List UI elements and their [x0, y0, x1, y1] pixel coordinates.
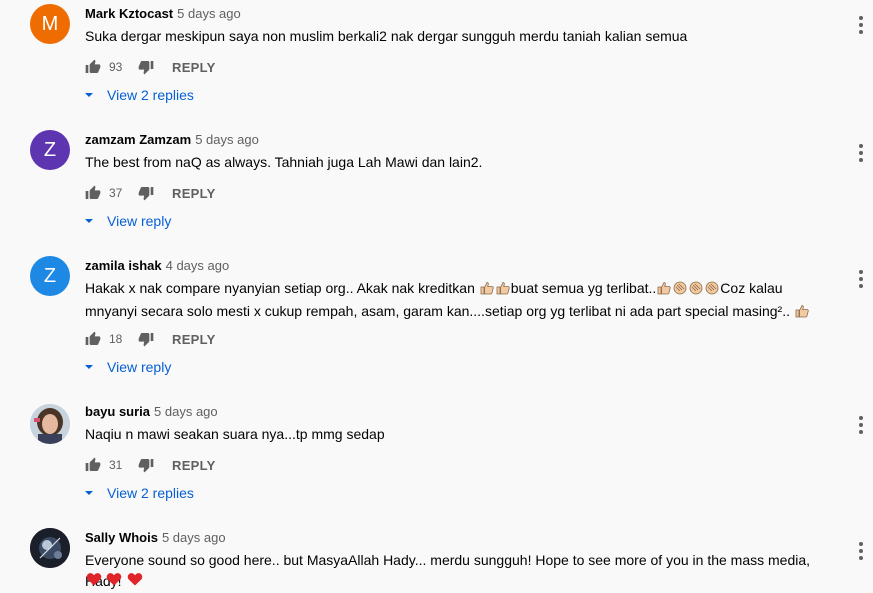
like-icon[interactable] — [85, 185, 101, 201]
author-name[interactable]: bayu suria — [85, 404, 150, 419]
comment-time[interactable]: 5 days ago — [177, 6, 241, 21]
like-count: 31 — [109, 458, 123, 472]
dislike-icon[interactable] — [138, 457, 154, 473]
thumbs-up-emoji-icon — [794, 303, 810, 319]
user-photo-icon — [30, 404, 70, 444]
caret-down-icon — [84, 216, 94, 226]
avatar[interactable]: M — [30, 4, 70, 44]
view-replies-label: View 2 replies — [107, 87, 194, 103]
comment-text: Everyone sound so good here.. but MasyaA… — [85, 552, 811, 589]
avatar[interactable] — [30, 528, 70, 568]
user-photo-icon — [30, 528, 70, 568]
like-icon[interactable] — [85, 59, 101, 75]
reply-button[interactable]: REPLY — [172, 458, 216, 473]
comment-actions: 93 REPLY — [85, 57, 216, 77]
comment-actions: 37 REPLY — [85, 183, 216, 203]
avatar[interactable]: Z — [30, 256, 70, 296]
comment-header: Mark Kztocast 5 days ago — [85, 6, 241, 22]
like-count: 93 — [109, 60, 123, 74]
view-replies-label: View reply — [107, 359, 172, 375]
comment-header: zamzam Zamzam 5 days ago — [85, 132, 259, 148]
view-replies-label: View reply — [107, 213, 172, 229]
heart-emoji-icon — [106, 571, 122, 587]
like-count: 37 — [109, 186, 123, 200]
heart-emoji-icon — [127, 571, 143, 587]
more-actions-icon[interactable] — [857, 542, 865, 560]
clapping-hands-emoji-icon — [704, 280, 720, 296]
view-replies-button[interactable]: View 2 replies — [84, 85, 194, 105]
comment-text: Hakak x nak compare nyanyian setiap org.… — [85, 277, 820, 323]
comment-time[interactable]: 4 days ago — [166, 258, 230, 273]
view-replies-button[interactable]: View 2 replies — [84, 483, 194, 503]
more-actions-icon[interactable] — [857, 416, 865, 434]
comment-text: Naqiu n mawi seakan suara nya...tp mmg s… — [85, 426, 385, 442]
comment-time[interactable]: 5 days ago — [162, 530, 226, 545]
thumbs-up-emoji-icon — [656, 280, 672, 296]
thumbs-up-emoji-icon — [479, 280, 495, 296]
caret-down-icon — [84, 362, 94, 372]
author-name[interactable]: Sally Whois — [85, 530, 158, 545]
thumbs-up-emoji-icon — [495, 280, 511, 296]
reply-button[interactable]: REPLY — [172, 332, 216, 347]
more-actions-icon[interactable] — [857, 144, 865, 162]
reply-button[interactable]: REPLY — [172, 60, 216, 75]
heart-emoji-icon — [86, 571, 102, 587]
clapping-hands-emoji-icon — [672, 280, 688, 296]
dislike-icon[interactable] — [138, 331, 154, 347]
comment-header: Sally Whois 5 days ago — [85, 530, 226, 546]
comment-header: zamila ishak 4 days ago — [85, 258, 229, 274]
like-count: 18 — [109, 332, 123, 346]
comment-actions: 18 REPLY — [85, 329, 216, 349]
comment-time[interactable]: 5 days ago — [154, 404, 218, 419]
more-actions-icon[interactable] — [857, 270, 865, 288]
reply-button[interactable]: REPLY — [172, 186, 216, 201]
view-replies-button[interactable]: View reply — [84, 211, 171, 231]
avatar[interactable]: Z — [30, 130, 70, 170]
comment-header: bayu suria 5 days ago — [85, 404, 218, 420]
comment-actions: 31 REPLY — [85, 455, 216, 475]
dislike-icon[interactable] — [138, 185, 154, 201]
like-icon[interactable] — [85, 331, 101, 347]
more-actions-icon[interactable] — [857, 16, 865, 34]
author-name[interactable]: Mark Kztocast — [85, 6, 173, 21]
dislike-icon[interactable] — [138, 59, 154, 75]
caret-down-icon — [84, 488, 94, 498]
heart-emojis — [86, 571, 143, 589]
view-replies-label: View 2 replies — [107, 485, 194, 501]
comment-text: The best from naQ as always. Tahniah jug… — [85, 154, 483, 170]
author-name[interactable]: zamzam Zamzam — [85, 132, 191, 147]
caret-down-icon — [84, 90, 94, 100]
author-name[interactable]: zamila ishak — [85, 258, 162, 273]
comment-time[interactable]: 5 days ago — [195, 132, 259, 147]
comment-text-part: Hakak x nak compare nyanyian setiap org.… — [85, 280, 479, 296]
comment-text: Suka dergar meskipun saya non muslim ber… — [85, 28, 688, 44]
avatar[interactable] — [30, 404, 70, 444]
view-replies-button[interactable]: View reply — [84, 357, 171, 377]
like-icon[interactable] — [85, 457, 101, 473]
comment-text-part: buat semua yg terlibat.. — [510, 280, 657, 296]
clapping-hands-emoji-icon — [688, 280, 704, 296]
